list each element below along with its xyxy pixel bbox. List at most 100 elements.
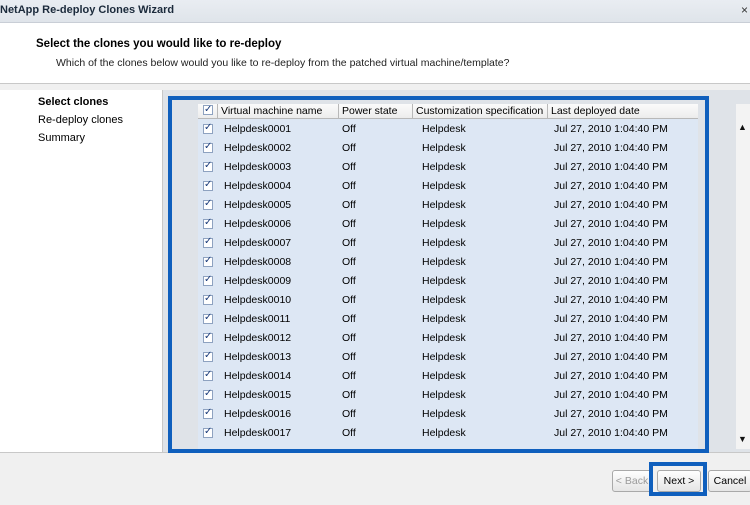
last-deployed-cell: Jul 27, 2010 1:04:40 PM bbox=[554, 408, 668, 420]
customization-spec-cell: Helpdesk bbox=[422, 199, 466, 211]
page-title: Select the clones you would like to re-d… bbox=[36, 38, 282, 50]
row-checkbox[interactable] bbox=[203, 312, 213, 324]
customization-spec-cell: Helpdesk bbox=[422, 180, 466, 192]
wizard-header: Select the clones you would like to re-d… bbox=[0, 23, 750, 84]
vm-name-cell: Helpdesk0012 bbox=[224, 332, 292, 344]
scroll-down-icon[interactable]: ▼ bbox=[738, 434, 747, 444]
power-state-cell: Off bbox=[342, 199, 356, 211]
table-row[interactable]: Helpdesk0015 Off Helpdesk Jul 27, 2010 1:04… bbox=[198, 386, 698, 405]
col-power-state[interactable]: Power state bbox=[339, 104, 413, 118]
customization-spec-cell: Helpdesk bbox=[422, 313, 466, 325]
customization-spec-cell: Helpdesk bbox=[422, 408, 466, 420]
vm-name-cell: Helpdesk0007 bbox=[224, 237, 292, 249]
close-icon[interactable]: × bbox=[741, 3, 748, 17]
clones-table: Virtual machine name Power state Customi… bbox=[198, 104, 698, 449]
table-row[interactable]: Helpdesk0011 Off Helpdesk Jul 27, 2010 1:04… bbox=[198, 310, 698, 329]
vm-name-cell: Helpdesk0016 bbox=[224, 408, 292, 420]
scroll-up-icon[interactable]: ▲ bbox=[738, 122, 747, 132]
power-state-cell: Off bbox=[342, 294, 356, 306]
row-checkbox[interactable] bbox=[203, 217, 213, 229]
table-row[interactable]: Helpdesk0001 Off Helpdesk Jul 27, 2010 1:04… bbox=[198, 120, 698, 139]
last-deployed-cell: Jul 27, 2010 1:04:40 PM bbox=[554, 275, 668, 287]
last-deployed-cell: Jul 27, 2010 1:04:40 PM bbox=[554, 123, 668, 135]
table-row[interactable]: Helpdesk0006 Off Helpdesk Jul 27, 2010 1:04… bbox=[198, 215, 698, 234]
vm-name-cell: Helpdesk0009 bbox=[224, 275, 292, 287]
vm-name-cell: Helpdesk0001 bbox=[224, 123, 292, 135]
vm-name-cell: Helpdesk0013 bbox=[224, 351, 292, 363]
last-deployed-cell: Jul 27, 2010 1:04:40 PM bbox=[554, 294, 668, 306]
table-row[interactable]: Helpdesk0010 Off Helpdesk Jul 27, 2010 1:04… bbox=[198, 291, 698, 310]
col-vm-name[interactable]: Virtual machine name bbox=[218, 104, 339, 118]
row-checkbox[interactable] bbox=[203, 141, 213, 153]
row-checkbox[interactable] bbox=[203, 293, 213, 305]
vm-name-cell: Helpdesk0015 bbox=[224, 389, 292, 401]
vm-name-cell: Helpdesk0014 bbox=[224, 370, 292, 382]
power-state-cell: Off bbox=[342, 237, 356, 249]
table-row[interactable]: Helpdesk0008 Off Helpdesk Jul 27, 2010 1:04… bbox=[198, 253, 698, 272]
row-checkbox[interactable] bbox=[203, 350, 213, 362]
select-all-checkbox[interactable] bbox=[203, 104, 213, 117]
row-checkbox[interactable] bbox=[203, 198, 213, 210]
wizard-footer: < Back Next > Cancel bbox=[0, 452, 750, 505]
table-row[interactable]: Helpdesk0014 Off Helpdesk Jul 27, 2010 1:04… bbox=[198, 367, 698, 386]
row-checkbox[interactable] bbox=[203, 274, 213, 286]
back-button[interactable]: < Back bbox=[612, 470, 652, 492]
last-deployed-cell: Jul 27, 2010 1:04:40 PM bbox=[554, 313, 668, 325]
power-state-cell: Off bbox=[342, 389, 356, 401]
table-row[interactable]: Helpdesk0009 Off Helpdesk Jul 27, 2010 1:04… bbox=[198, 272, 698, 291]
row-checkbox[interactable] bbox=[203, 179, 213, 191]
col-customization-spec[interactable]: Customization specification bbox=[413, 104, 548, 118]
window-title: NetApp Re-deploy Clones Wizard bbox=[0, 4, 175, 16]
page-subtitle: Which of the clones below would you like… bbox=[56, 57, 510, 69]
row-checkbox[interactable] bbox=[203, 407, 213, 419]
table-row[interactable]: Helpdesk0017 Off Helpdesk Jul 27, 2010 1:04… bbox=[198, 424, 698, 443]
customization-spec-cell: Helpdesk bbox=[422, 256, 466, 268]
customization-spec-cell: Helpdesk bbox=[422, 142, 466, 154]
table-row[interactable]: Helpdesk0012 Off Helpdesk Jul 27, 2010 1:04… bbox=[198, 329, 698, 348]
last-deployed-cell: Jul 27, 2010 1:04:40 PM bbox=[554, 180, 668, 192]
cancel-button[interactable]: Cancel bbox=[708, 470, 750, 492]
customization-spec-cell: Helpdesk bbox=[422, 332, 466, 344]
row-checkbox[interactable] bbox=[203, 331, 213, 343]
vm-name-cell: Helpdesk0017 bbox=[224, 427, 292, 439]
power-state-cell: Off bbox=[342, 408, 356, 420]
table-row[interactable]: Helpdesk0007 Off Helpdesk Jul 27, 2010 1:04… bbox=[198, 234, 698, 253]
vm-name-cell: Helpdesk0006 bbox=[224, 218, 292, 230]
last-deployed-cell: Jul 27, 2010 1:04:40 PM bbox=[554, 351, 668, 363]
customization-spec-cell: Helpdesk bbox=[422, 294, 466, 306]
step-redeploy-clones: Re-deploy clones bbox=[38, 114, 123, 126]
col-last-deployed[interactable]: Last deployed date bbox=[548, 104, 698, 118]
row-checkbox[interactable] bbox=[203, 369, 213, 381]
table-row[interactable]: Helpdesk0003 Off Helpdesk Jul 27, 2010 1:04… bbox=[198, 158, 698, 177]
select-all-checkbox-cell[interactable] bbox=[198, 104, 218, 118]
row-checkbox[interactable] bbox=[203, 160, 213, 172]
customization-spec-cell: Helpdesk bbox=[422, 161, 466, 173]
power-state-cell: Off bbox=[342, 123, 356, 135]
row-checkbox[interactable] bbox=[203, 388, 213, 400]
next-button[interactable]: Next > bbox=[657, 470, 701, 492]
row-checkbox[interactable] bbox=[203, 122, 213, 134]
step-summary: Summary bbox=[38, 132, 86, 144]
last-deployed-cell: Jul 27, 2010 1:04:40 PM bbox=[554, 389, 668, 401]
last-deployed-cell: Jul 27, 2010 1:04:40 PM bbox=[554, 199, 668, 211]
last-deployed-cell: Jul 27, 2010 1:04:40 PM bbox=[554, 161, 668, 173]
vm-name-cell: Helpdesk0008 bbox=[224, 256, 292, 268]
table-row[interactable]: Helpdesk0013 Off Helpdesk Jul 27, 2010 1:04… bbox=[198, 348, 698, 367]
last-deployed-cell: Jul 27, 2010 1:04:40 PM bbox=[554, 237, 668, 249]
last-deployed-cell: Jul 27, 2010 1:04:40 PM bbox=[554, 256, 668, 268]
customization-spec-cell: Helpdesk bbox=[422, 237, 466, 249]
row-checkbox[interactable] bbox=[203, 255, 213, 267]
last-deployed-cell: Jul 27, 2010 1:04:40 PM bbox=[554, 370, 668, 382]
last-deployed-cell: Jul 27, 2010 1:04:40 PM bbox=[554, 427, 668, 439]
customization-spec-cell: Helpdesk bbox=[422, 351, 466, 363]
row-checkbox[interactable] bbox=[203, 236, 213, 248]
customization-spec-cell: Helpdesk bbox=[422, 370, 466, 382]
table-row[interactable]: Helpdesk0016 Off Helpdesk Jul 27, 2010 1:04… bbox=[198, 405, 698, 424]
power-state-cell: Off bbox=[342, 161, 356, 173]
last-deployed-cell: Jul 27, 2010 1:04:40 PM bbox=[554, 332, 668, 344]
table-row[interactable]: Helpdesk0005 Off Helpdesk Jul 27, 2010 1:04… bbox=[198, 196, 698, 215]
table-scrollbar[interactable]: ▲ ▼ bbox=[736, 104, 750, 449]
table-row[interactable]: Helpdesk0002 Off Helpdesk Jul 27, 2010 1:04… bbox=[198, 139, 698, 158]
table-row[interactable]: Helpdesk0004 Off Helpdesk Jul 27, 2010 1:04… bbox=[198, 177, 698, 196]
row-checkbox[interactable] bbox=[203, 426, 213, 438]
